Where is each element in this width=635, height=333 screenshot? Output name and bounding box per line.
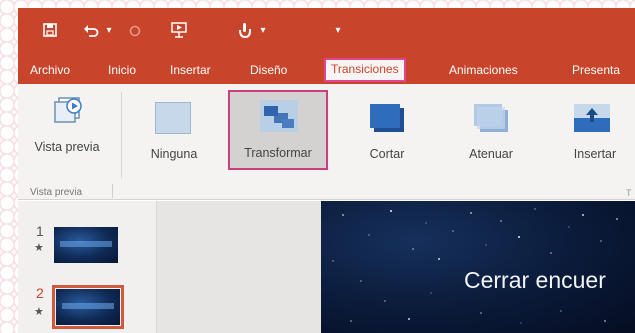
transition-label-transformar: Transformar — [244, 146, 312, 160]
transition-atenuar[interactable]: Atenuar — [448, 92, 534, 172]
transition-label-ninguna: Ninguna — [150, 147, 198, 161]
animation-star-icon: ★ — [34, 242, 44, 254]
group-separator — [112, 184, 113, 198]
tab-diseno[interactable]: Diseño — [248, 59, 289, 81]
touch-dropdown-icon[interactable]: ▾ — [258, 20, 268, 40]
transition-insertar[interactable]: Insertar — [552, 92, 635, 172]
customize-qat-icon[interactable]: ▾ — [332, 20, 344, 40]
transition-label-atenuar: Atenuar — [469, 147, 513, 161]
ribbon-transiciones: Vista previa Ninguna Transformar Cortar … — [18, 84, 635, 200]
ribbon-separator — [121, 92, 122, 178]
transition-label-cortar: Cortar — [369, 147, 405, 161]
slide-canvas[interactable]: Cerrar encuer — [321, 201, 635, 333]
save-icon[interactable] — [42, 20, 58, 40]
slide-number: 1 — [36, 223, 44, 239]
tab-archivo[interactable]: Archivo — [28, 59, 72, 81]
redo-icon[interactable] — [126, 20, 144, 40]
preview-label: Vista previa — [34, 140, 100, 154]
ribbon-tabs: Archivo Inicio Insertar Diseño Transicio… — [18, 52, 635, 84]
tab-insertar[interactable]: Insertar — [168, 59, 213, 81]
powerpoint-window: ▾ ▾ ▾ Archivo Inicio Insertar Diseño Tra… — [18, 8, 635, 333]
tab-inicio[interactable]: Inicio — [106, 59, 138, 81]
next-group-label: T — [626, 188, 632, 198]
group-label-vista-previa: Vista previa — [30, 187, 83, 198]
fade-transition-icon — [472, 102, 510, 134]
preview-icon — [52, 96, 84, 126]
slide-thumbnail-2[interactable] — [52, 285, 124, 329]
transition-ninguna[interactable]: Ninguna — [130, 92, 218, 172]
tab-transiciones[interactable]: Transiciones — [324, 58, 406, 82]
slide-number: 2 — [36, 285, 44, 301]
transition-label-insertar: Insertar — [573, 147, 617, 161]
undo-icon[interactable] — [82, 20, 100, 40]
morph-transition-icon — [260, 100, 298, 132]
touch-mode-icon[interactable] — [236, 20, 254, 40]
tab-animaciones[interactable]: Animaciones — [447, 59, 520, 81]
editor-background — [157, 201, 321, 333]
present-from-start-icon[interactable] — [168, 20, 190, 40]
preview-button[interactable]: Vista previa — [22, 92, 112, 172]
slide-title[interactable]: Cerrar encuer — [464, 267, 606, 294]
slide-thumbnail-1[interactable] — [54, 227, 118, 263]
none-transition-icon — [155, 102, 191, 134]
transition-cortar[interactable]: Cortar — [344, 92, 430, 172]
cut-transition-icon — [368, 102, 406, 134]
push-transition-icon — [572, 102, 612, 134]
quick-access-toolbar: ▾ ▾ ▾ — [18, 8, 635, 52]
slide-thumbnails-pane: 1 ★ 2 ★ — [18, 201, 157, 333]
animation-star-icon: ★ — [34, 306, 44, 318]
undo-dropdown-icon[interactable]: ▾ — [104, 20, 114, 40]
transition-transformar[interactable]: Transformar — [228, 90, 328, 170]
tab-presentacion[interactable]: Presenta — [570, 59, 622, 81]
